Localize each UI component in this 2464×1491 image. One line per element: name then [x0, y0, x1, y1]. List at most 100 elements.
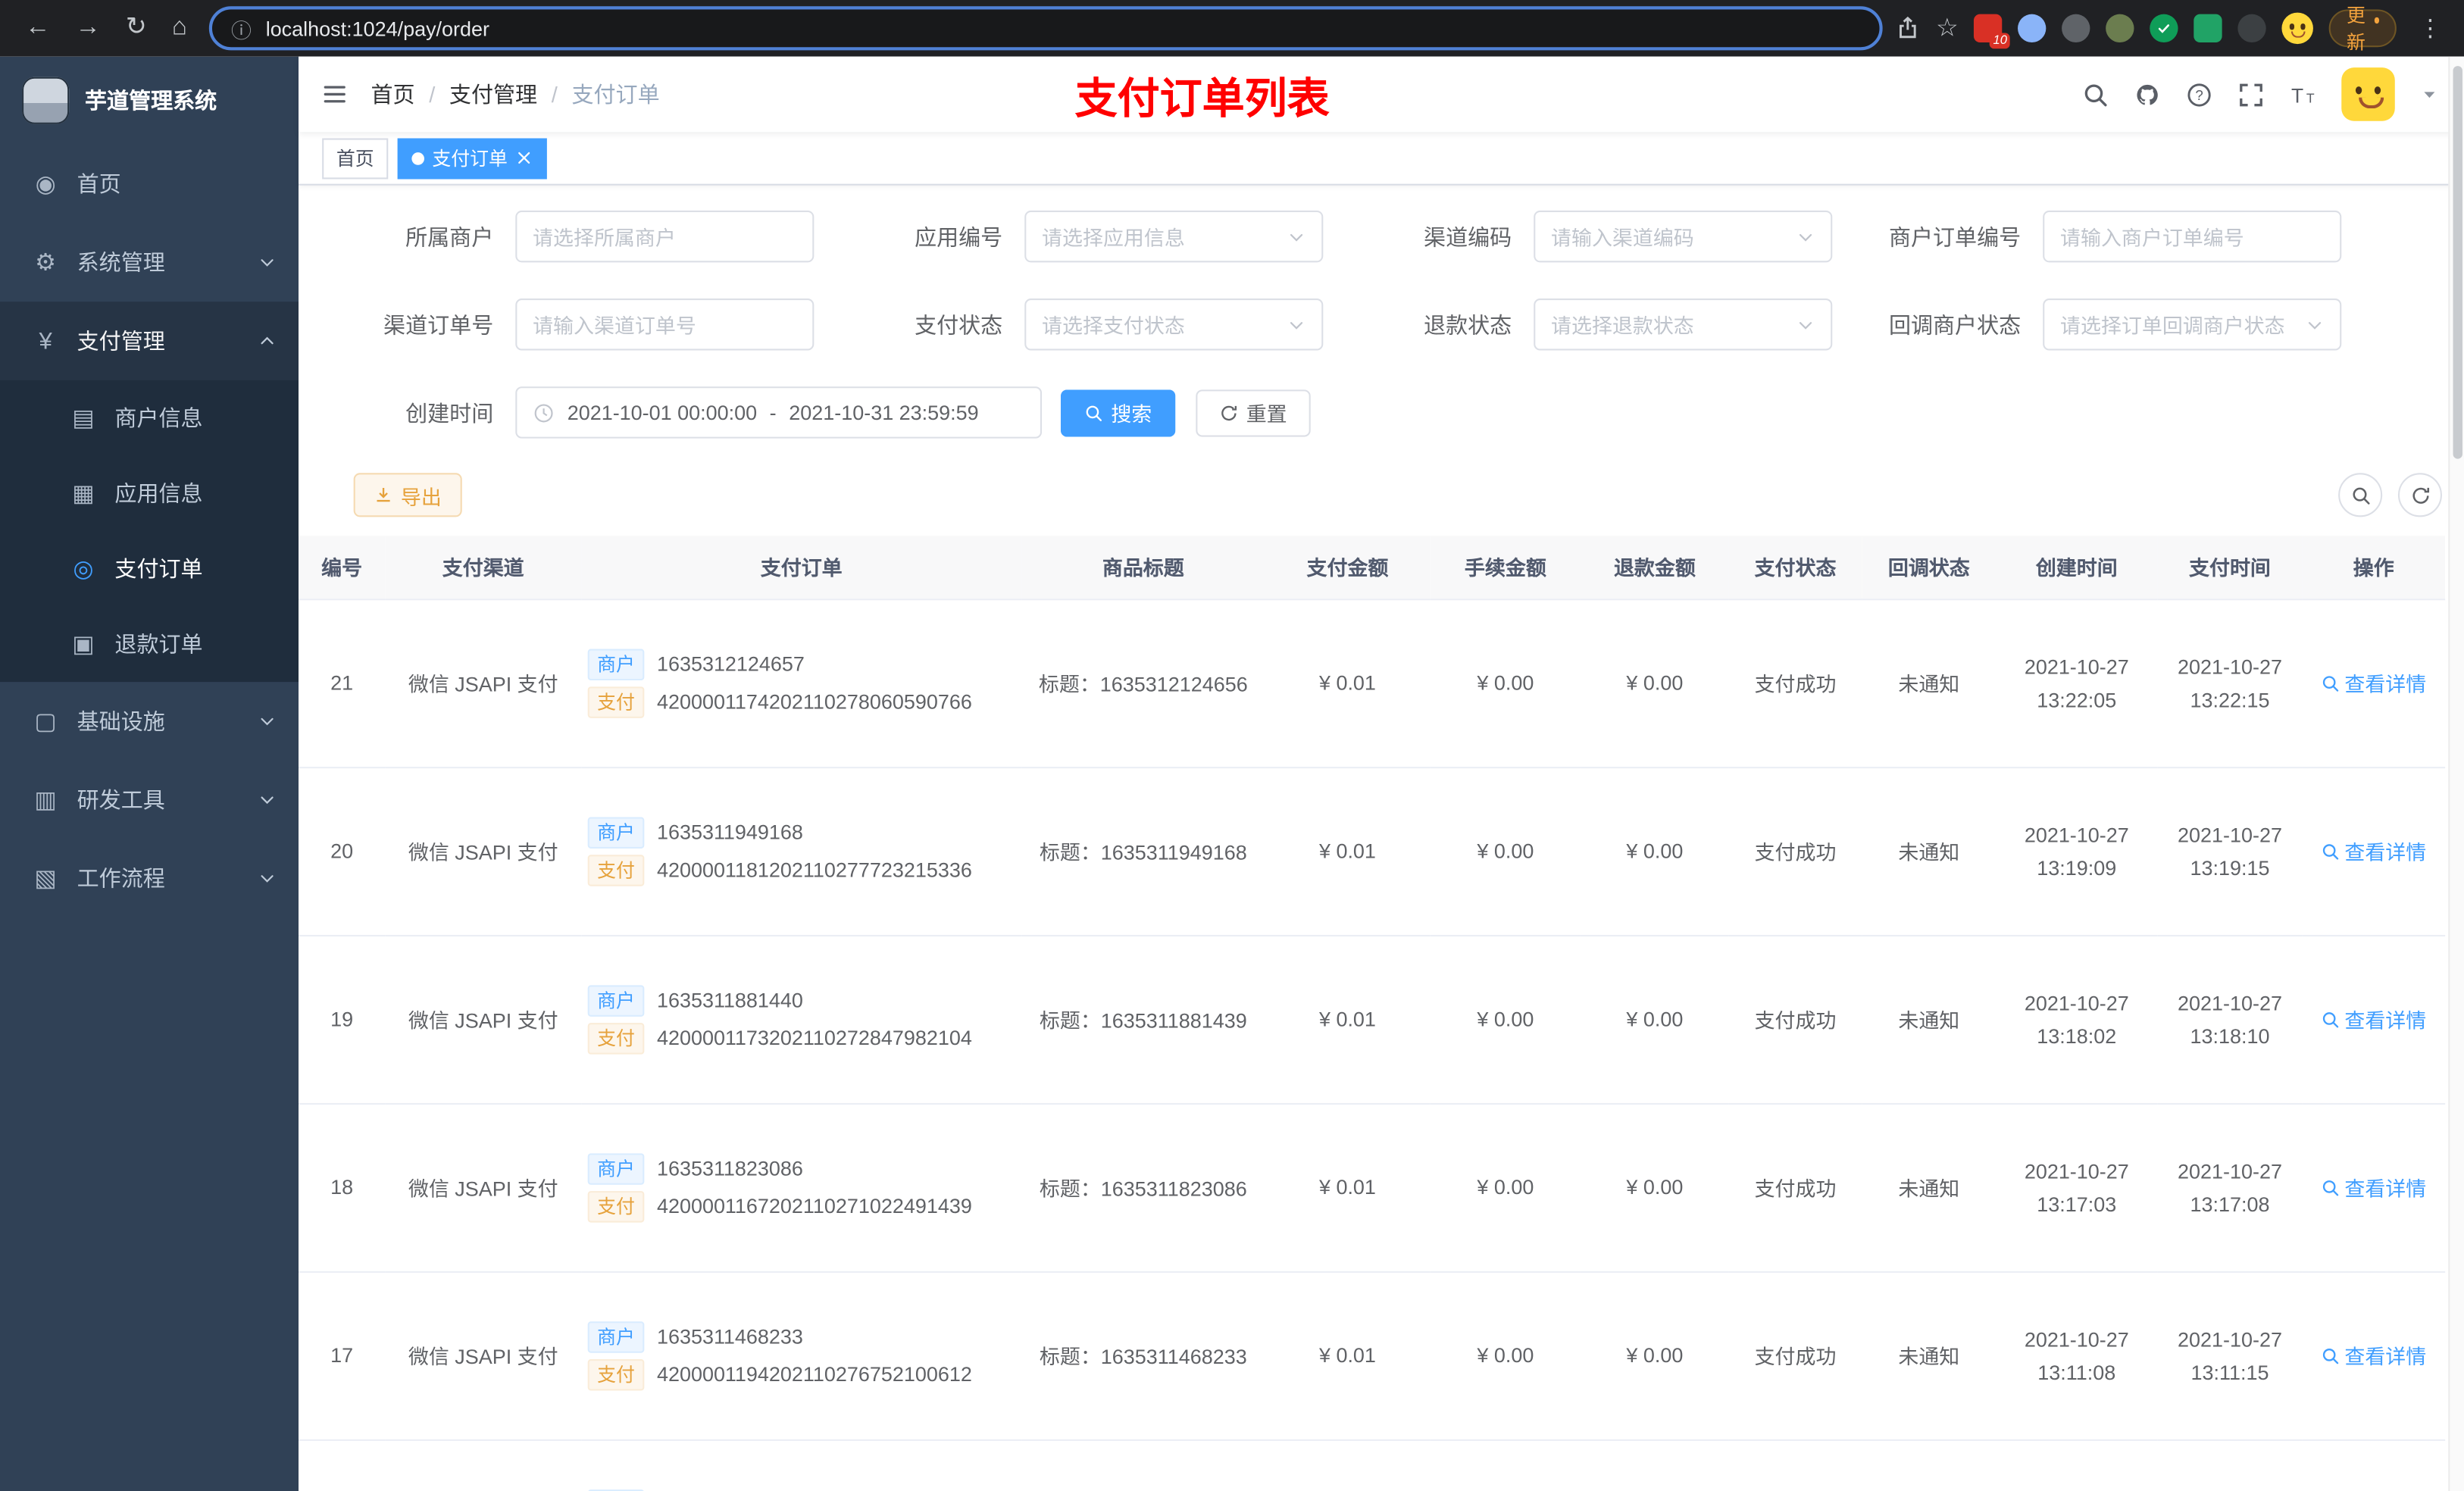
sidebar-item-home[interactable]: ◉ 首页 — [0, 145, 299, 223]
sidebar-item-merchant-info[interactable]: ▤ 商户信息 — [0, 380, 299, 456]
cell-id: 21 — [299, 599, 386, 768]
sidebar-item-dev-tools[interactable]: ▥ 研发工具 — [0, 761, 299, 839]
filter-label: 渠道编码 — [1424, 223, 1512, 249]
scrollbar-thumb[interactable] — [2453, 66, 2462, 459]
sidebar-toggle[interactable] — [299, 82, 371, 107]
create-time-range-picker[interactable]: 2021-10-01 00:00:00 - 2021-10-31 23:59:5… — [515, 386, 1043, 439]
tab-pay-order[interactable]: 支付订单 — [397, 137, 547, 179]
table-toolbar: 导出 — [299, 473, 2464, 517]
close-icon[interactable] — [515, 149, 533, 167]
update-button[interactable]: 更新 — [2329, 5, 2397, 54]
bookmark-star-icon[interactable]: ☆ — [1936, 13, 1959, 44]
cell-notify-status: 未通知 — [1862, 599, 1996, 768]
font-size-icon[interactable] — [2290, 81, 2316, 108]
sidebar-item-pay-order[interactable]: ◎ 支付订单 — [0, 531, 299, 607]
extension-icon-3[interactable] — [2062, 14, 2090, 42]
chevron-down-icon — [258, 253, 277, 272]
reload-icon[interactable]: ↻ — [126, 15, 147, 41]
view-detail-link[interactable]: 查看详情 — [2321, 836, 2426, 865]
cell-id: 19 — [299, 935, 386, 1104]
merchant-order-no-input[interactable]: 请输入商户订单编号 — [2043, 210, 2342, 263]
sidebar-item-label: 首页 — [77, 171, 121, 197]
logo[interactable]: 芋道管理系统 — [0, 57, 299, 145]
app-select[interactable]: 请选择应用信息 — [1024, 210, 1324, 263]
sidebar-item-payment[interactable]: ¥ 支付管理 — [0, 302, 299, 380]
sidebar-item-infrastructure[interactable]: ▢ 基础设施 — [0, 682, 299, 761]
channel-code-select[interactable]: 请输入渠道编码 — [1534, 210, 1833, 263]
chevron-down-icon — [1287, 315, 1306, 334]
merchant-order-no: 1635311949168 — [656, 820, 803, 844]
search-icon[interactable] — [2082, 81, 2109, 108]
user-avatar[interactable] — [2341, 67, 2395, 121]
profile-avatar[interactable] — [2281, 12, 2314, 45]
url-bar[interactable]: ⓘ localhost:1024/pay/order — [209, 6, 1883, 51]
extension-icon-5[interactable] — [2150, 14, 2179, 42]
active-dot-icon — [411, 152, 425, 164]
chevron-down-icon — [1796, 227, 1815, 246]
cell-actions: 查看详情 — [2302, 767, 2446, 936]
cell-pay-status: 支付成功 — [1728, 599, 1862, 768]
cell-fee: ¥ 0.00 — [1430, 599, 1581, 768]
pay-badge: 支付 — [587, 1022, 645, 1054]
extensions-puzzle-icon[interactable] — [2237, 14, 2267, 42]
table-row: 21 微信 JSAPI 支付 商户 1635312124657 支付 42000… — [299, 599, 2446, 768]
orders-table: 编号 支付渠道 支付订单 商品标题 支付金额 手续金额 退款金额 支付状态 回调… — [299, 536, 2446, 1491]
cell-pay-time: 2021-10-27 13:18:10 — [2157, 935, 2303, 1104]
placeholder-text: 请输入渠道订单号 — [533, 314, 696, 338]
pay-status-select[interactable]: 请选择支付状态 — [1024, 299, 1324, 351]
back-icon[interactable]: ← — [25, 15, 50, 41]
forward-icon[interactable]: → — [76, 15, 101, 41]
cell-pay-time: 2021-10-27 13:19:15 — [2157, 767, 2303, 936]
share-icon[interactable] — [1895, 16, 1920, 41]
search-button[interactable]: 搜索 — [1060, 389, 1176, 436]
channel-order-no-input[interactable]: 请输入渠道订单号 — [515, 299, 815, 351]
card-icon: ▤ — [72, 405, 95, 433]
breadcrumb-payment[interactable]: 支付管理 — [449, 79, 537, 110]
col-pay-time: 支付时间 — [2157, 536, 2303, 600]
fullscreen-icon[interactable] — [2237, 81, 2264, 108]
cell-refund: ¥ 0.00 — [1581, 599, 1729, 768]
notify-status-select[interactable]: 请选择订单回调商户状态 — [2043, 299, 2342, 351]
chevron-down-icon — [2306, 315, 2325, 334]
reset-button[interactable]: 重置 — [1196, 389, 1311, 436]
cell-fee: ¥ 0.00 — [1430, 1102, 1581, 1272]
sidebar-item-refund-order[interactable]: ▣ 退款订单 — [0, 607, 299, 683]
export-button[interactable]: 导出 — [353, 473, 462, 517]
sidebar-item-system[interactable]: ⚙ 系统管理 — [0, 223, 299, 302]
caret-down-icon[interactable] — [2420, 85, 2439, 104]
merchant-input[interactable]: 请选择所属商户 — [515, 210, 815, 263]
yen-icon: ¥ — [39, 327, 52, 355]
cell-order: 商户 1635311949168 支付 42000011812021102777… — [581, 767, 1022, 936]
sidebar-item-workflow[interactable]: ▧ 工作流程 — [0, 839, 299, 918]
refresh-table-button[interactable] — [2397, 473, 2442, 517]
extension-icon-6[interactable] — [2194, 14, 2223, 42]
col-amount: 支付金额 — [1265, 536, 1431, 600]
view-detail-link[interactable]: 查看详情 — [2321, 1172, 2426, 1202]
view-detail-link[interactable]: 查看详情 — [2321, 1004, 2426, 1033]
tab-label: 支付订单 — [432, 147, 508, 170]
browser-chrome: ← → ↻ ⌂ ⓘ localhost:1024/pay/order ☆ 10 — [0, 0, 2464, 57]
merchant-badge: 商户 — [587, 1321, 645, 1352]
extension-icon-1[interactable]: 10 — [1974, 14, 2011, 49]
app-header: 首页 / 支付管理 / 支付订单 支付订单列表 — [299, 56, 2464, 133]
view-detail-link[interactable]: 查看详情 — [2321, 1340, 2426, 1370]
browser-menu-icon[interactable]: ⋮ — [2412, 14, 2449, 42]
github-icon[interactable] — [2134, 81, 2160, 108]
extension-icon-2[interactable] — [2018, 14, 2047, 42]
breadcrumb-separator: / — [429, 81, 436, 108]
breadcrumb-home[interactable]: 首页 — [371, 79, 414, 110]
cell-amount: ¥ 0.01 — [1265, 1102, 1431, 1272]
site-info-icon[interactable]: ⓘ — [231, 14, 252, 43]
home-icon[interactable]: ⌂ — [172, 15, 187, 41]
extension-icon-4[interactable] — [2106, 14, 2134, 42]
cell-title: 标题：1635311881439 — [1021, 935, 1265, 1104]
sidebar-item-app-info[interactable]: ▦ 应用信息 — [0, 455, 299, 531]
refund-status-select[interactable]: 请选择退款状态 — [1534, 299, 1833, 351]
chevron-down-icon — [258, 712, 277, 731]
help-icon[interactable] — [2186, 81, 2212, 108]
toggle-search-button[interactable] — [2338, 473, 2383, 517]
tab-home[interactable]: 首页 — [322, 137, 389, 179]
cell-order: 商户 1635311468233 支付 42000011942021102767… — [581, 1271, 1022, 1440]
cell-title: 标题：1635312124656 — [1021, 599, 1265, 768]
view-detail-link[interactable]: 查看详情 — [2321, 667, 2426, 697]
